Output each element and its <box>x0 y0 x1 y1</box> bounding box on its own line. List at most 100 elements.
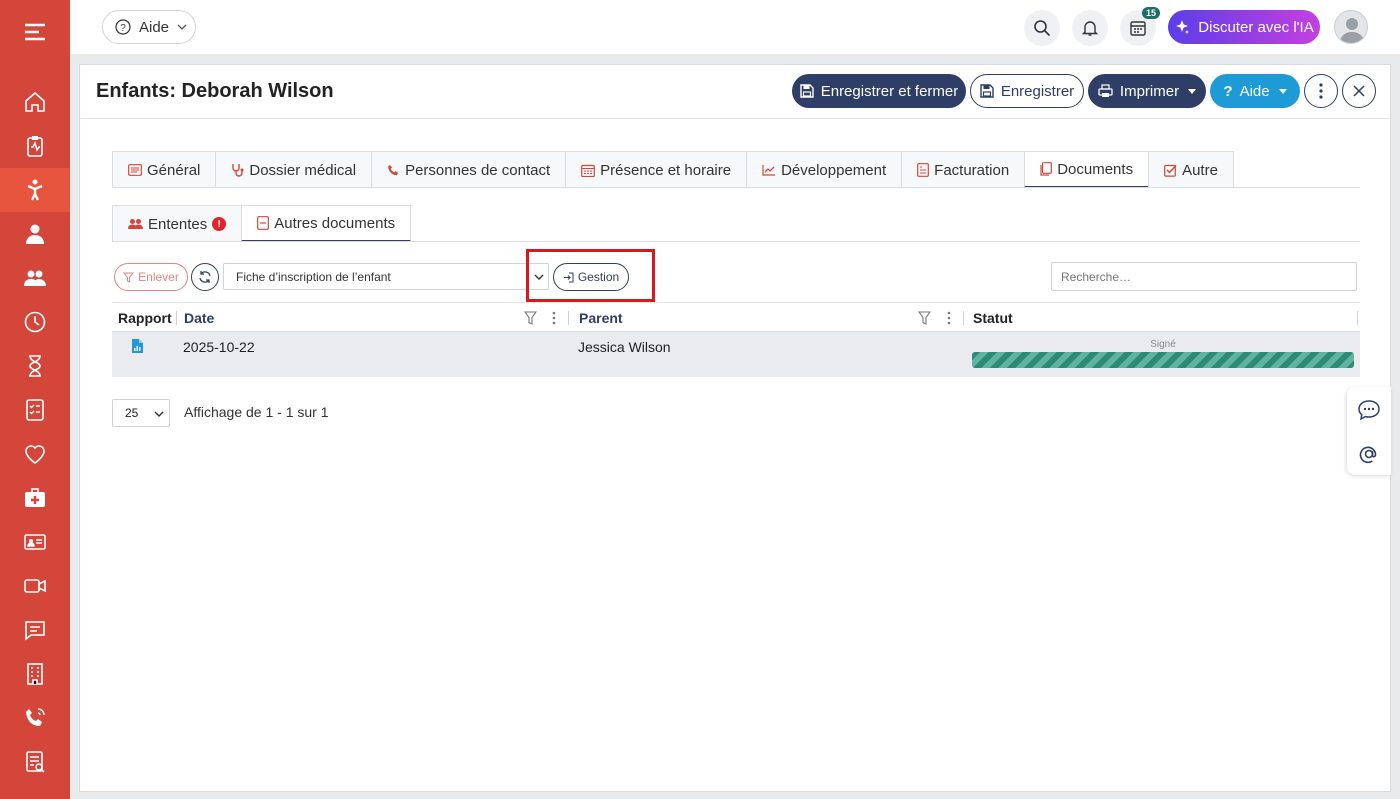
calendar-icon <box>581 164 596 177</box>
column-menu-icon[interactable] <box>552 311 556 325</box>
floppy-icon <box>980 84 994 98</box>
tab-billing[interactable]: Facturation <box>901 151 1026 188</box>
column-separator <box>963 311 964 325</box>
tab-contacts[interactable]: Personnes de contact <box>371 151 567 188</box>
calendar-badge: 15 <box>1141 7 1160 19</box>
tab-label: Présence et horaire <box>600 161 732 179</box>
sidebar-item-messages[interactable] <box>0 608 70 652</box>
document-list-icon <box>128 164 142 176</box>
topbar: ? Aide 15 Discuter avec l'IA <box>70 0 1400 54</box>
filter-icon[interactable] <box>524 311 537 325</box>
sidebar-item-staff[interactable] <box>0 212 70 256</box>
caret-down-icon <box>1278 88 1287 94</box>
clock-icon <box>24 311 46 333</box>
child-record-dialog: Enfants: Deborah Wilson Enregistrer et f… <box>79 64 1391 792</box>
subtabs-divider <box>112 241 1360 242</box>
column-menu-icon[interactable] <box>947 311 951 325</box>
column-header-status[interactable]: Statut <box>973 303 1013 332</box>
hourglass-icon <box>29 355 41 377</box>
avatar[interactable] <box>1334 10 1368 44</box>
sidebar-item-children[interactable] <box>0 168 70 212</box>
remove-filter-button[interactable]: Enlever <box>114 263 188 291</box>
sidebar-item-medical[interactable] <box>0 476 70 520</box>
sidebar-item-checklist[interactable] <box>0 388 70 432</box>
subtab-agreements[interactable]: Ententes ! <box>112 205 243 242</box>
calendar-button[interactable]: 15 <box>1120 7 1160 46</box>
sidebar-item-contacts[interactable] <box>0 520 70 564</box>
sidebar-item-waitlist[interactable] <box>0 344 70 388</box>
calendar-icon <box>1130 21 1146 36</box>
user-avatar-icon <box>1340 18 1364 43</box>
page-size-value: 25 <box>125 406 139 420</box>
save-button[interactable]: Enregistrer <box>970 74 1084 108</box>
filter-icon[interactable] <box>918 311 931 325</box>
sidebar <box>0 0 70 799</box>
search-input[interactable] <box>1051 262 1357 291</box>
sidebar-item-facility[interactable] <box>0 652 70 696</box>
column-header-parent[interactable]: Parent <box>579 303 623 332</box>
checkbox-icon <box>1164 164 1177 177</box>
sidebar-item-phone[interactable] <box>0 696 70 740</box>
tab-development[interactable]: Développement <box>746 151 903 188</box>
sidebar-item-groups[interactable] <box>0 256 70 300</box>
tab-attendance[interactable]: Présence et horaire <box>565 151 748 188</box>
sidebar-item-health[interactable] <box>0 124 70 168</box>
question-circle-icon: ? <box>115 19 131 35</box>
chat-bubble-icon[interactable] <box>1357 399 1381 421</box>
menu-toggle-button[interactable] <box>0 10 70 54</box>
save-and-close-button[interactable]: Enregistrer et fermer <box>792 74 966 108</box>
page-size-select[interactable]: 25 <box>112 399 170 427</box>
medical-kit-icon <box>25 488 45 507</box>
tabs-divider <box>112 187 1360 188</box>
tab-label: Dossier médical <box>249 161 357 179</box>
filter-icon <box>123 272 135 283</box>
column-header-report[interactable]: Rapport <box>118 303 172 332</box>
subtab-other-documents[interactable]: Autres documents <box>241 205 412 242</box>
file-icon <box>257 216 270 230</box>
notifications-button[interactable] <box>1072 10 1108 46</box>
tab-other[interactable]: Autre <box>1148 151 1234 188</box>
more-options-button[interactable] <box>1304 74 1338 108</box>
column-header-date[interactable]: Date <box>184 303 214 332</box>
tab-documents[interactable]: Documents <box>1024 151 1150 188</box>
tab-label: Général <box>147 161 201 179</box>
grid-header: Rapport Date Parent Statut <box>112 302 1360 332</box>
close-button[interactable] <box>1342 74 1376 108</box>
ai-chat-label: Discuter avec l'IA <box>1198 18 1314 36</box>
help-label: Aide <box>139 18 170 36</box>
help-menu-button[interactable]: ? Aide <box>1210 74 1300 108</box>
alert-badge: ! <box>212 217 227 231</box>
video-icon <box>24 579 46 593</box>
tab-general[interactable]: Général <box>112 151 217 188</box>
sidebar-item-reports[interactable] <box>0 740 70 784</box>
file-chart-icon[interactable] <box>132 339 143 353</box>
sidebar-item-time[interactable] <box>0 300 70 344</box>
refresh-button[interactable] <box>191 263 219 291</box>
sidebar-item-video[interactable] <box>0 564 70 608</box>
at-sign-icon[interactable] <box>1359 444 1379 464</box>
ai-chat-button[interactable]: Discuter avec l'IA <box>1168 10 1320 44</box>
checklist-icon <box>26 399 44 421</box>
subtab-label: Autres documents <box>274 214 396 232</box>
chart-line-icon <box>762 165 776 176</box>
document-type-select[interactable]: Fiche d’inscription de l’enfant <box>223 263 549 290</box>
help-menu-button[interactable]: ? Aide <box>102 10 196 44</box>
sidebar-item-health-record[interactable] <box>0 432 70 476</box>
refresh-icon <box>199 271 211 283</box>
id-card-icon <box>24 534 46 550</box>
search-button[interactable] <box>1024 10 1060 46</box>
invoice-icon <box>917 163 930 177</box>
status-text: Signé <box>1150 339 1176 350</box>
tab-label: Documents <box>1057 160 1134 178</box>
column-separator <box>176 311 177 325</box>
tab-medical-record[interactable]: Dossier médical <box>215 151 373 188</box>
tab-label: Développement <box>781 161 887 179</box>
bell-icon <box>1081 21 1099 36</box>
page-title: Enfants: Deborah Wilson <box>96 80 334 102</box>
subtab-label: Ententes <box>148 215 208 233</box>
print-menu-button[interactable]: Imprimer <box>1088 74 1206 108</box>
table-row[interactable]: 2025-10-22 Jessica Wilson Signé <box>112 332 1360 377</box>
sidebar-item-home[interactable] <box>0 80 70 124</box>
pagination-info: Affichage de 1 - 1 sur 1 <box>184 404 329 420</box>
phone-icon <box>26 708 45 726</box>
